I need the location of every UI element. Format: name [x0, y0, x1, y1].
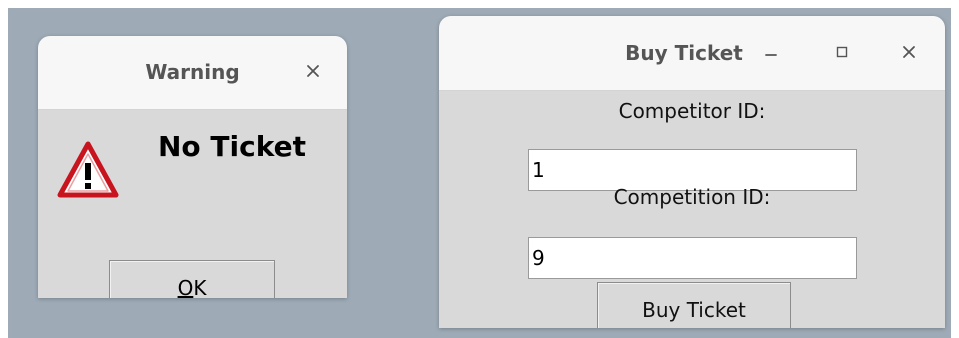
competition-id-label: Competition ID:	[613, 185, 771, 209]
competitor-id-label: Competitor ID:	[618, 99, 766, 123]
maximize-icon	[836, 46, 848, 58]
warning-triangle-icon	[57, 141, 119, 198]
maximize-button[interactable]	[829, 39, 855, 65]
warning-message: No Ticket	[158, 130, 306, 163]
minimize-button[interactable]	[758, 39, 784, 65]
ok-button-label: OK	[178, 276, 207, 298]
ok-rest: K	[193, 276, 207, 298]
warning-dialog: Warning No Ticket OK	[38, 36, 347, 298]
minimize-icon	[765, 54, 777, 56]
buy-ticket-titlebar[interactable]: Buy Ticket	[439, 16, 945, 91]
ok-mnemonic: O	[177, 276, 194, 298]
buy-ticket-window: Buy Ticket Competitor ID: Competition ID…	[439, 16, 945, 328]
warning-titlebar[interactable]: Warning	[38, 36, 347, 110]
buy-ticket-button[interactable]: Buy Ticket	[597, 282, 791, 328]
buy-ticket-title: Buy Ticket	[625, 41, 743, 65]
close-icon	[307, 65, 319, 77]
competition-id-input[interactable]	[528, 237, 857, 279]
warning-body: No Ticket OK	[38, 110, 347, 298]
ok-button[interactable]: OK	[109, 260, 275, 298]
warning-close-button[interactable]	[300, 58, 326, 84]
buy-ticket-body: Competitor ID: Competition ID: Buy Ticke…	[439, 91, 945, 328]
close-icon	[903, 46, 915, 58]
buy-ticket-close-button[interactable]	[896, 39, 922, 65]
